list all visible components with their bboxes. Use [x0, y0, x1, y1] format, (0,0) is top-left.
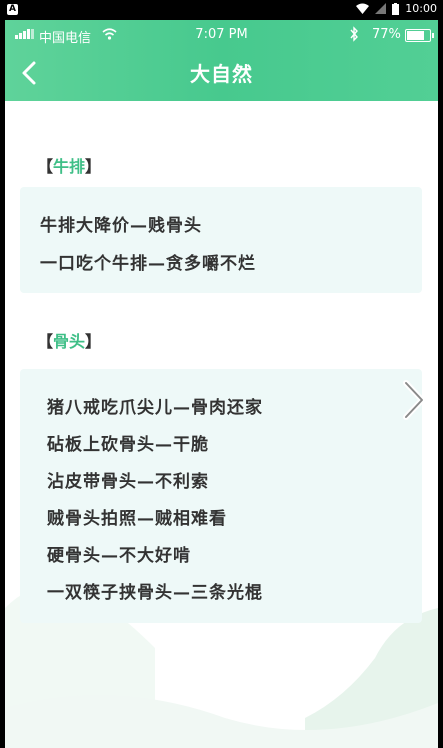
riddle-card: 牛排大降价—贱骨头 一口吃个牛排—贪多嚼不烂: [20, 187, 422, 293]
riddle-line: 猪八戒吃爪尖儿—骨肉还家: [47, 398, 263, 418]
inner-status-bar: 中国电信 7:07 PM 77%: [5, 26, 438, 46]
battery-icon: [392, 2, 400, 15]
next-button[interactable]: [398, 377, 428, 423]
section-title-niupai: 【牛排】: [37, 157, 102, 176]
section-title-gutou: 【骨头】: [37, 332, 102, 351]
no-signal-icon: [375, 3, 387, 14]
riddle-line: 硬骨头—不大好啃: [47, 546, 191, 566]
app-notification-icon: A: [7, 4, 18, 15]
riddle-line: 砧板上砍骨头—干脆: [47, 435, 209, 455]
bluetooth-icon: [350, 26, 358, 42]
riddle-line: 牛排大降价—贱骨头: [40, 216, 202, 236]
content-area: 【牛排】 牛排大降价—贱骨头 一口吃个牛排—贪多嚼不烂 【骨头】 猪八戒吃爪尖儿…: [5, 101, 438, 748]
riddle-card: 猪八戒吃爪尖儿—骨肉还家 砧板上砍骨头—干脆 沾皮带骨头—不利索 贼骨头拍照—贼…: [20, 369, 422, 623]
app-screen: 中国电信 7:07 PM 77% 大自然 【牛排】 牛排大降价—贱骨头 一口吃个…: [5, 20, 438, 748]
riddle-line: 一双筷子挟骨头—三条光棍: [47, 583, 263, 603]
system-status-bar: A 10:00: [0, 0, 443, 20]
riddle-line: 贼骨头拍照—贼相难看: [47, 509, 227, 529]
battery-icon: [405, 29, 434, 42]
chevron-right-icon: [403, 380, 425, 420]
app-header: 中国电信 7:07 PM 77% 大自然: [5, 20, 438, 101]
riddle-line: 一口吃个牛排—贪多嚼不烂: [40, 254, 256, 274]
page-title: 大自然: [190, 62, 253, 86]
riddle-line: 沾皮带骨头—不利索: [47, 472, 209, 492]
battery-percent: 77%: [372, 27, 401, 42]
wifi-icon: [356, 3, 370, 14]
system-clock: 10:00: [405, 2, 437, 15]
